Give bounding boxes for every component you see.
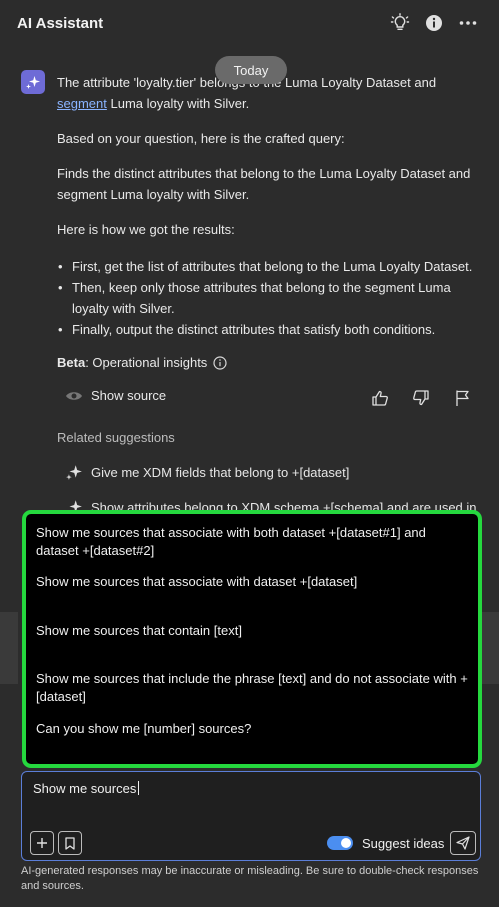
send-icon: [456, 836, 470, 850]
lightbulb-icon[interactable]: [390, 13, 410, 33]
more-icon[interactable]: [458, 13, 478, 33]
info-icon[interactable]: [424, 13, 444, 33]
list-item: Then, keep only those attributes that be…: [57, 277, 477, 319]
assistant-avatar: [21, 70, 45, 94]
suggestion-item[interactable]: Show me sources that associate with both…: [36, 524, 472, 560]
text-caret: [138, 781, 140, 795]
sparkle-icon: [66, 465, 82, 480]
message-paragraph-3: Finds the distinct attributes that belon…: [57, 166, 471, 202]
prompt-input[interactable]: Show me sources Suggest ideas: [21, 771, 481, 861]
disclaimer-text: AI-generated responses may be inaccurate…: [21, 865, 479, 892]
related-suggestions-heading: Related suggestions: [57, 430, 175, 445]
beta-bold: Beta: [57, 355, 86, 370]
header: AI Assistant: [0, 0, 499, 48]
message-paragraph-4: Here is how we got the results:: [57, 222, 235, 237]
suggestion-item[interactable]: Show me sources that include the phrase …: [36, 670, 472, 706]
suggest-ideas-label: Suggest ideas: [362, 836, 445, 851]
steps-list: First, get the list of attributes that b…: [57, 256, 477, 340]
thumbs-down-icon[interactable]: [410, 388, 432, 408]
suggestion-item[interactable]: Show me sources that associate with data…: [36, 573, 472, 591]
app-title: AI Assistant: [17, 15, 104, 32]
show-source-button[interactable]: Show source: [65, 388, 166, 403]
beta-label: Beta: Operational insights: [57, 355, 227, 370]
prompt-value: Show me sources: [33, 781, 137, 796]
backdrop-strip: [481, 612, 499, 684]
bookmark-button[interactable]: [58, 831, 82, 855]
show-source-label: Show source: [91, 388, 167, 403]
segment-link[interactable]: segment: [57, 96, 107, 111]
assistant-message: The attribute 'loyalty.tier' belongs to …: [57, 72, 471, 240]
message-text-end: Luma loyalty with Silver.: [106, 96, 250, 111]
related-suggestion-text: Give me XDM fields that belong to +[data…: [91, 464, 350, 480]
plus-icon: [37, 838, 47, 848]
info-icon[interactable]: [213, 355, 227, 370]
message-paragraph-2: Based on your question, here is the craf…: [57, 131, 345, 146]
related-suggestion-item[interactable]: Give me XDM fields that belong to +[data…: [65, 463, 349, 481]
add-button[interactable]: [30, 831, 54, 855]
thumbs-up-icon[interactable]: [369, 388, 391, 408]
suggestion-item[interactable]: Can you show me [number] sources?: [36, 720, 472, 738]
prompt-input-text[interactable]: Show me sources: [33, 781, 140, 796]
send-button[interactable]: [450, 831, 476, 855]
list-item: Finally, output the distinct attributes …: [57, 319, 477, 340]
beta-text: : Operational insights: [85, 355, 208, 370]
suggestions-dropdown: Show me sources that associate with both…: [22, 510, 482, 768]
today-badge: Today: [215, 56, 287, 84]
eye-icon: [66, 391, 82, 400]
flag-icon[interactable]: [452, 388, 474, 408]
sparkle-icon: [26, 76, 40, 89]
suggestion-item[interactable]: Show me sources that contain [text]: [36, 622, 472, 640]
backdrop-strip: [0, 612, 18, 684]
bookmark-icon: [65, 836, 75, 850]
list-item: First, get the list of attributes that b…: [57, 256, 477, 277]
suggest-ideas-toggle[interactable]: [327, 836, 353, 850]
